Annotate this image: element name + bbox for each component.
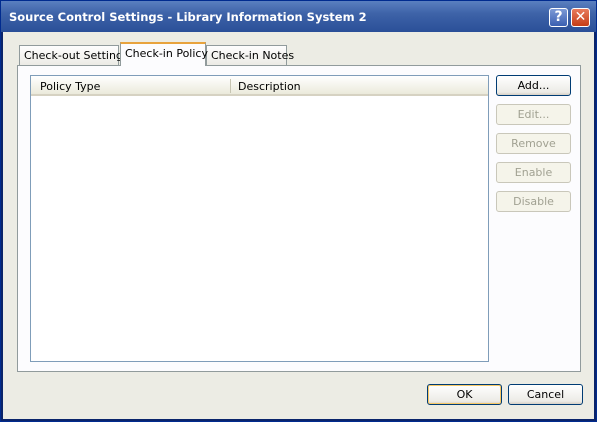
check-in-policy-panel: Policy Type Description Add... Edit... R… [17,65,581,372]
column-divider[interactable] [230,79,231,93]
tab-check-in-notes[interactable]: Check-in Notes [206,45,294,65]
column-header-policy-type[interactable]: Policy Type [40,80,100,93]
cancel-button[interactable]: Cancel [508,384,583,405]
tab-check-in-policy[interactable]: Check-in Policy [120,42,208,66]
edit-button[interactable]: Edit... [496,104,571,125]
dialog-client: Check-out Settings Check-in Policy Check… [3,32,594,419]
column-header-description[interactable]: Description [238,80,301,93]
enable-button[interactable]: Enable [496,162,571,183]
remove-button[interactable]: Remove [496,133,571,154]
window-title: Source Control Settings - Library Inform… [9,10,367,24]
disable-button[interactable]: Disable [496,191,571,212]
policy-list-header: Policy Type Description [31,76,488,96]
add-button[interactable]: Add... [496,75,571,96]
close-button[interactable]: ✕ [571,8,590,27]
policy-list[interactable]: Policy Type Description [30,75,489,362]
title-bar[interactable]: Source Control Settings - Library Inform… [1,1,596,32]
tab-check-out-settings[interactable]: Check-out Settings [19,45,129,65]
help-button[interactable]: ? [549,8,568,27]
dialog-window: Source Control Settings - Library Inform… [0,0,597,422]
ok-button[interactable]: OK [427,384,502,405]
